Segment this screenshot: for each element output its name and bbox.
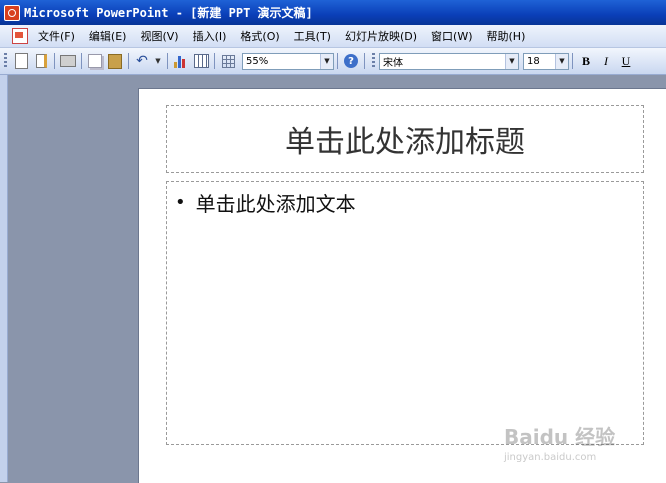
- menu-window[interactable]: 窗口(W): [431, 28, 472, 44]
- toolbar-separator: [128, 53, 129, 69]
- font-size-select[interactable]: 18 ▼: [523, 52, 569, 70]
- toolbar-grip[interactable]: [372, 53, 375, 69]
- menu-tools[interactable]: 工具(T): [294, 28, 331, 44]
- menu-slideshow[interactable]: 幻灯片放映(D): [345, 28, 417, 44]
- menu-insert[interactable]: 插入(I): [193, 28, 227, 44]
- toolbar-separator: [364, 53, 365, 69]
- print-icon[interactable]: [60, 53, 76, 69]
- watermark-url: jingyan.baidu.com: [504, 452, 597, 463]
- menu-format[interactable]: 格式(O): [240, 28, 279, 44]
- toolbar-grip[interactable]: [4, 53, 7, 69]
- insert-chart-icon[interactable]: [173, 53, 189, 69]
- body-placeholder-text: 单击此处添加文本: [195, 192, 356, 216]
- toolbar-separator: [214, 53, 215, 69]
- open-icon[interactable]: [33, 53, 49, 69]
- title-bar: Microsoft PowerPoint - [新建 PPT 演示文稿]: [0, 0, 666, 25]
- font-name-select[interactable]: 宋体 ▼: [379, 52, 519, 70]
- bullet-item[interactable]: • 单击此处添加文本: [175, 188, 356, 217]
- copy-icon[interactable]: [87, 53, 103, 69]
- baidu-watermark: Baidu 经验 jingyan.baidu.com: [504, 421, 629, 463]
- insert-table-icon[interactable]: [193, 53, 209, 69]
- font-size-value: 18: [527, 55, 540, 67]
- toolbar-separator: [81, 53, 82, 69]
- watermark-text: Baidu 经验: [504, 425, 616, 449]
- underline-button[interactable]: U: [618, 52, 634, 70]
- standard-toolbar: ↶ ▼ 55% ▼ ? 宋体 ▼ 18 ▼ B I U: [0, 48, 666, 75]
- new-document-icon[interactable]: [13, 53, 29, 69]
- toolbar-separator: [337, 53, 338, 69]
- italic-button[interactable]: I: [598, 52, 614, 70]
- menu-view[interactable]: 视图(V): [140, 28, 178, 44]
- help-icon[interactable]: ?: [343, 53, 359, 69]
- toolbar-separator: [54, 53, 55, 69]
- outline-pane-edge[interactable]: [0, 75, 8, 482]
- window-title: Microsoft PowerPoint - [新建 PPT 演示文稿]: [24, 6, 313, 20]
- slide-canvas[interactable]: 单击此处添加标题 • 单击此处添加文本 Baidu 经验 jingyan.bai…: [138, 88, 666, 483]
- font-name-value: 宋体: [383, 57, 403, 69]
- undo-icon[interactable]: ↶: [134, 53, 150, 69]
- title-placeholder[interactable]: 单击此处添加标题: [166, 105, 644, 173]
- menu-file[interactable]: 文件(F): [38, 28, 75, 44]
- document-menu-icon[interactable]: [12, 28, 28, 44]
- menu-help[interactable]: 帮助(H): [487, 28, 526, 44]
- zoom-value: 55%: [246, 55, 269, 67]
- toolbar-separator: [572, 53, 573, 69]
- undo-dropdown-icon[interactable]: ▼: [154, 53, 162, 69]
- menu-edit[interactable]: 编辑(E): [89, 28, 127, 44]
- zoom-select[interactable]: 55% ▼: [242, 52, 334, 70]
- toolbar-separator: [167, 53, 168, 69]
- chevron-down-icon[interactable]: ▼: [505, 53, 518, 69]
- chevron-down-icon[interactable]: ▼: [320, 53, 333, 69]
- menu-bar: 文件(F) 编辑(E) 视图(V) 插入(I) 格式(O) 工具(T) 幻灯片放…: [0, 25, 666, 48]
- grid-icon[interactable]: [220, 53, 236, 69]
- bold-button[interactable]: B: [578, 52, 594, 70]
- paste-icon[interactable]: [107, 53, 123, 69]
- powerpoint-app-icon[interactable]: [4, 4, 20, 21]
- body-placeholder[interactable]: • 单击此处添加文本: [166, 181, 644, 445]
- bullet-icon: •: [175, 192, 186, 213]
- chevron-down-icon[interactable]: ▼: [555, 53, 568, 69]
